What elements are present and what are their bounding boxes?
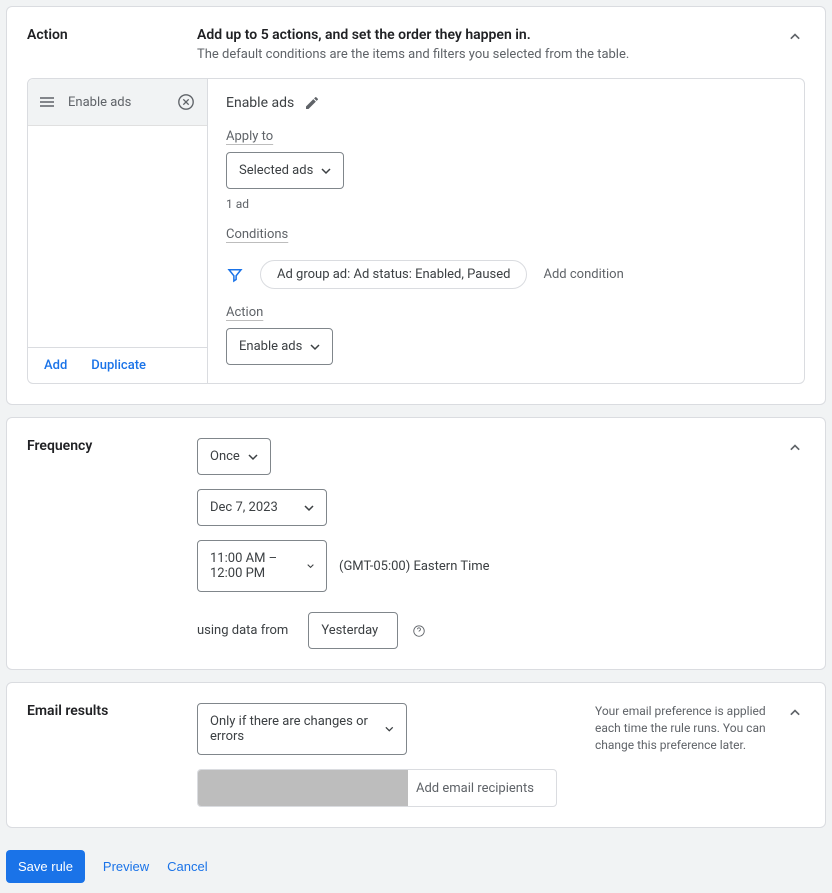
- frequency-section-label: Frequency: [27, 438, 197, 454]
- duplicate-action-button[interactable]: Duplicate: [91, 358, 146, 373]
- add-condition-button[interactable]: Add condition: [543, 267, 623, 282]
- action-section-title: Add up to 5 actions, and set the order t…: [197, 27, 785, 43]
- email-section-label: Email results: [27, 703, 197, 719]
- frequency-value: Once: [210, 449, 240, 464]
- apply-to-value: Selected ads: [239, 163, 313, 178]
- email-option-value: Only if there are changes or errors: [210, 714, 377, 744]
- edit-name-icon[interactable]: [304, 95, 320, 111]
- action-list-sidebar: Enable ads Add Duplicate: [28, 79, 208, 383]
- email-option-select[interactable]: Only if there are changes or errors: [197, 703, 407, 755]
- apply-to-count: 1 ad: [226, 197, 786, 211]
- add-action-button[interactable]: Add: [44, 358, 67, 373]
- action-list-footer: Add Duplicate: [28, 347, 207, 383]
- condition-pill[interactable]: Ad group ad: Ad status: Enabled, Paused: [260, 260, 527, 289]
- time-range-value: 11:00 AM – 12:00 PM: [210, 551, 299, 581]
- email-recipients-placeholder: Add email recipients: [408, 781, 534, 796]
- frequency-select[interactable]: Once: [197, 438, 271, 475]
- email-recipients-input[interactable]: Add email recipients: [197, 769, 557, 807]
- action-type-select[interactable]: Enable ads: [226, 328, 333, 365]
- action-section-label: Action: [27, 27, 197, 43]
- data-from-value: Yesterday: [321, 623, 378, 638]
- dropdown-icon: [248, 452, 258, 462]
- conditions-label: Conditions: [226, 227, 288, 242]
- dropdown-icon: [321, 166, 331, 176]
- action-type-label: Action: [226, 305, 263, 320]
- time-range-select[interactable]: 11:00 AM – 12:00 PM: [197, 540, 327, 592]
- action-detail-pane: Enable ads Apply to Selected ads 1 ad Co…: [208, 79, 804, 383]
- dropdown-icon: [310, 342, 320, 352]
- action-list-item[interactable]: Enable ads: [28, 79, 207, 126]
- action-section: Action Add up to 5 actions, and set the …: [6, 6, 826, 405]
- using-data-from-label: using data from: [197, 623, 288, 638]
- filter-icon[interactable]: [226, 266, 244, 284]
- email-recipient-chip[interactable]: [198, 770, 408, 806]
- drag-handle-icon[interactable]: [40, 97, 54, 107]
- remove-action-icon[interactable]: [177, 93, 195, 111]
- help-icon[interactable]: [412, 624, 426, 638]
- cancel-button[interactable]: Cancel: [167, 859, 207, 874]
- email-results-section: Email results Only if there are changes …: [6, 682, 826, 828]
- dropdown-icon: [304, 503, 314, 513]
- dropdown-icon: [307, 561, 314, 571]
- data-from-select[interactable]: Yesterday: [308, 612, 398, 649]
- chevron-up-icon[interactable]: [785, 703, 805, 723]
- apply-to-select[interactable]: Selected ads: [226, 152, 344, 189]
- action-name: Enable ads: [226, 95, 294, 111]
- timezone-label: (GMT-05:00) Eastern Time: [339, 559, 490, 574]
- save-rule-button[interactable]: Save rule: [6, 850, 85, 883]
- action-editor-pane: Enable ads Add Duplicate Enable ads Appl…: [27, 78, 805, 384]
- apply-to-label: Apply to: [226, 129, 273, 144]
- email-help-text: Your email preference is applied each ti…: [595, 703, 775, 753]
- page-footer: Save rule Preview Cancel: [6, 840, 826, 887]
- chevron-up-icon[interactable]: [785, 438, 805, 458]
- dropdown-icon: [385, 724, 394, 734]
- preview-button[interactable]: Preview: [103, 859, 149, 874]
- action-list-item-label: Enable ads: [68, 95, 177, 110]
- date-select[interactable]: Dec 7, 2023: [197, 489, 327, 526]
- action-section-subtitle: The default conditions are the items and…: [197, 47, 785, 62]
- date-value: Dec 7, 2023: [210, 500, 278, 515]
- action-type-value: Enable ads: [239, 339, 302, 354]
- chevron-up-icon[interactable]: [785, 27, 805, 47]
- frequency-section: Frequency Once Dec 7, 2023 11:00 AM – 12…: [6, 417, 826, 670]
